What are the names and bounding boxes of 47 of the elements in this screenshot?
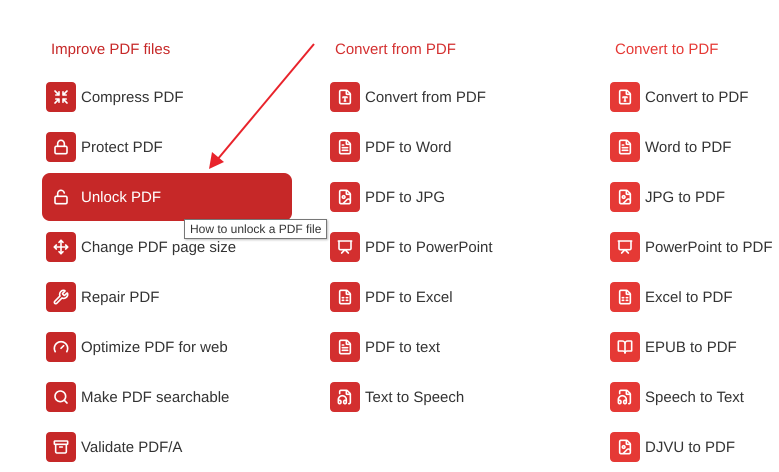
tool-link[interactable]: Excel to PDF [610, 282, 737, 312]
tool-link[interactable]: Convert to PDF [610, 82, 752, 112]
tool-link[interactable]: Convert from PDF [330, 82, 490, 112]
tool-link[interactable]: Compress PDF [46, 82, 188, 112]
tool-link[interactable]: Make PDF searchable [46, 382, 234, 412]
tool-link[interactable]: DJVU to PDF [610, 432, 740, 462]
tool-link[interactable]: JPG to PDF [610, 182, 730, 212]
section-heading: Improve PDF files [50, 40, 170, 60]
tool-link[interactable]: PDF to Word [330, 132, 456, 162]
lock-icon [46, 132, 76, 162]
audio-file-icon [330, 382, 360, 412]
archive-box-icon [46, 432, 76, 462]
tool-link[interactable]: Repair PDF [46, 282, 164, 312]
image-file-icon [610, 182, 640, 212]
section-heading: Convert to PDF [614, 40, 718, 60]
tool-link[interactable]: Word to PDF [610, 132, 736, 162]
book-icon [610, 332, 640, 362]
tool-link[interactable]: PDF to Excel [330, 282, 457, 312]
tool-link[interactable]: EPUB to PDF [610, 332, 741, 362]
compress-icon [46, 82, 76, 112]
tool-link[interactable]: Validate PDF/A [46, 432, 186, 462]
tool-link[interactable]: PDF to JPG [330, 182, 450, 212]
spreadsheet-file-icon [610, 282, 640, 312]
search-icon [46, 382, 76, 412]
tool-link[interactable]: Protect PDF [46, 132, 167, 162]
document-icon [330, 132, 360, 162]
document-icon [330, 332, 360, 362]
audio-file-icon [610, 382, 640, 412]
tool-link[interactable]: Speech to Text [610, 382, 748, 412]
presentation-icon [610, 232, 640, 262]
tool-link[interactable]: PDF to PowerPoint [330, 232, 497, 262]
spreadsheet-file-icon [330, 282, 360, 312]
file-icon [610, 82, 640, 112]
document-icon [610, 132, 640, 162]
presentation-icon [330, 232, 360, 262]
image-file-icon [330, 182, 360, 212]
tool-link[interactable]: Text to Speech [330, 382, 468, 412]
image-file-icon [610, 432, 640, 462]
file-icon [330, 82, 360, 112]
tooltip: How to unlock a PDF file [184, 219, 328, 239]
section-heading: Convert from PDF [334, 40, 456, 60]
tool-link[interactable]: Optimize PDF for web [46, 332, 232, 362]
tool-link[interactable]: PowerPoint to PDF [610, 232, 777, 262]
tool-link[interactable]: PDF to text [330, 332, 444, 362]
move-arrows-icon [46, 232, 76, 262]
wrench-icon [46, 282, 76, 312]
gauge-icon [46, 332, 76, 362]
